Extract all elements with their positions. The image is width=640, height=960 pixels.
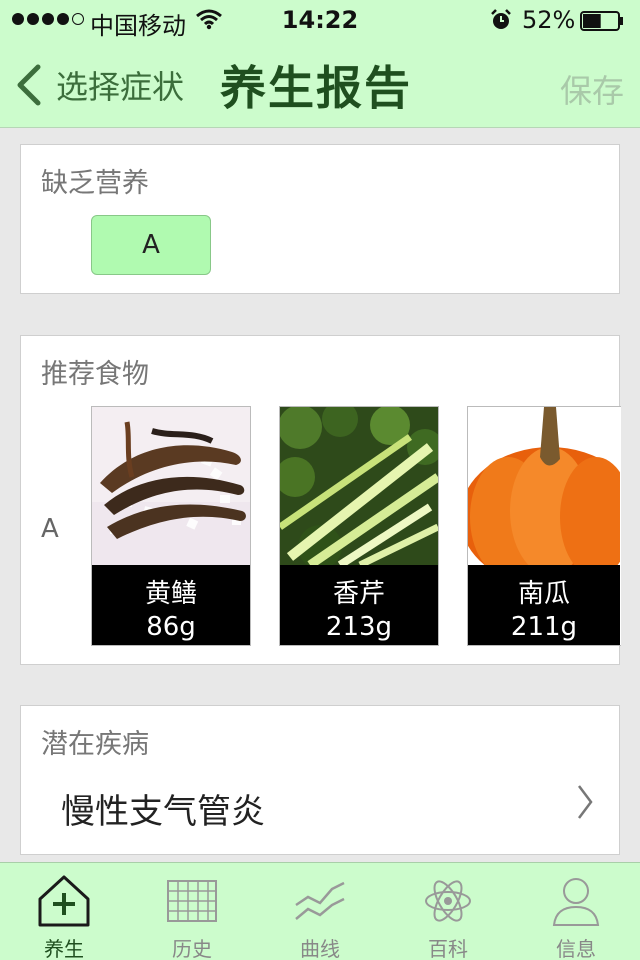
food-name: 南瓜 [517, 579, 570, 609]
grid-icon [167, 880, 217, 922]
home-plus-icon [38, 875, 90, 927]
header: 中国移动 14:22 52% 选择症状 养生报告 保存 [0, 0, 640, 128]
tab-bar: 养生 历史 曲线 百科 信息 [0, 862, 640, 960]
chevron-right-icon [578, 785, 593, 819]
save-button[interactable]: 保存 [560, 66, 624, 112]
celery-image [280, 407, 438, 565]
disease-list-item[interactable]: 慢性支气管炎 [21, 766, 621, 846]
section-title-disease: 潜在疾病 [41, 729, 149, 760]
back-label: 选择症状 [56, 68, 185, 106]
food-quantity: 213g [325, 612, 393, 642]
tab-label: 历史 [172, 937, 212, 960]
line-chart-icon [295, 881, 345, 920]
potential-disease-card: 潜在疾病 慢性支气管炎 [20, 705, 620, 855]
back-button[interactable]: 选择症状 [14, 62, 184, 108]
pumpkin-image [468, 407, 620, 565]
eel-image [92, 407, 250, 565]
tab-label: 百科 [428, 937, 468, 960]
tab-yangsheng[interactable]: 养生 [0, 863, 128, 960]
food-name: 黄鳝 [144, 579, 197, 609]
tab-encyclopedia[interactable]: 百科 [384, 863, 512, 960]
alarm-icon [491, 9, 511, 29]
tab-label: 信息 [556, 937, 596, 960]
nutrition-deficiency-card: 缺乏营养 A [20, 144, 620, 294]
battery-percent: 52% [522, 6, 576, 34]
chevron-left-icon [17, 64, 41, 106]
food-caption: 黄鳝 86g [92, 565, 250, 645]
page-title: 养生报告 [220, 61, 412, 115]
nutrient-tag-a[interactable]: A [91, 215, 211, 275]
user-icon [552, 878, 600, 926]
food-item-pumpkin[interactable]: 南瓜 211g [467, 406, 621, 646]
navigation-bar: 选择症状 养生报告 保存 [0, 40, 640, 128]
recommended-foods-card: 推荐食物 A 黄鳝 86g 香芹 213g 南瓜 211g [20, 335, 621, 665]
tab-label: 养生 [44, 937, 84, 960]
food-item-celery[interactable]: 香芹 213g [279, 406, 439, 646]
food-row-label: A [41, 514, 59, 544]
food-caption: 南瓜 211g [468, 565, 620, 645]
food-item-eel[interactable]: 黄鳝 86g [91, 406, 251, 646]
food-quantity: 211g [510, 612, 578, 642]
section-title-foods: 推荐食物 [41, 359, 149, 390]
disease-name: 慢性支气管炎 [61, 792, 265, 832]
atom-icon [425, 880, 471, 922]
status-bar: 中国移动 14:22 52% [0, 0, 640, 40]
food-name: 香芹 [332, 579, 385, 609]
tab-label: 曲线 [300, 937, 340, 960]
tab-info[interactable]: 信息 [512, 863, 640, 960]
food-quantity: 86g [146, 612, 196, 642]
food-caption: 香芹 213g [280, 565, 438, 645]
section-title-nutrition: 缺乏营养 [41, 168, 149, 199]
tab-curve[interactable]: 曲线 [256, 863, 384, 960]
battery-icon [580, 11, 623, 31]
tab-history[interactable]: 历史 [128, 863, 256, 960]
